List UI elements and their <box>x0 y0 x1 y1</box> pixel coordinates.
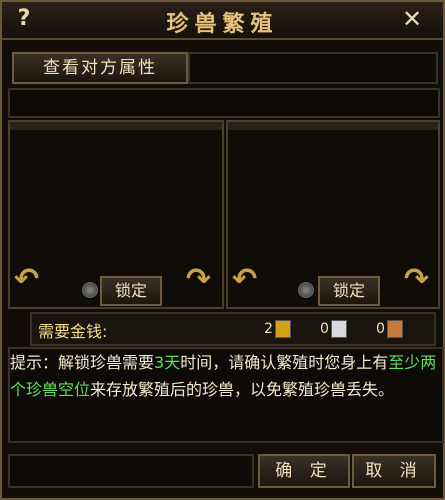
gear-icon <box>298 282 314 298</box>
header-strip <box>188 52 438 84</box>
silver-amount: 0 <box>320 320 347 338</box>
title-bar: ? 珍兽繁殖 ✕ <box>2 2 443 40</box>
copper-amount: 0 <box>376 320 403 338</box>
cancel-button[interactable]: 取 消 <box>352 454 436 488</box>
gold-coin-icon <box>274 320 291 338</box>
tip-text: 提示：解锁珍兽需要3天时间，请确认繁殖时您身上有至少两个珍兽空位来存放繁殖后的珍… <box>8 347 444 443</box>
rotate-right-icon[interactable]: ↷ <box>404 262 429 297</box>
lock-button-right[interactable]: 锁定 <box>318 276 380 306</box>
silver-coin-icon <box>330 320 347 338</box>
lock-button-left[interactable]: 锁定 <box>100 276 162 306</box>
gear-icon <box>82 282 98 298</box>
confirm-button[interactable]: 确 定 <box>258 454 350 488</box>
rotate-right-icon[interactable]: ↷ <box>186 262 211 297</box>
window-title: 珍兽繁殖 <box>166 12 279 37</box>
close-icon[interactable]: ✕ <box>392 5 432 33</box>
view-other-attributes-button[interactable]: 查看对方属性 <box>12 52 188 84</box>
gold-amount: 2 <box>264 320 291 338</box>
pet-breeding-window: ? 珍兽繁殖 ✕ 查看对方属性 ↶ 锁定 ↷ ↶ 锁定 ↷ 需要金钱: 2 0 … <box>0 0 445 500</box>
rotate-left-icon[interactable]: ↶ <box>232 262 257 297</box>
required-money-bar: 需要金钱: 2 0 0 <box>30 312 436 346</box>
left-pet-panel: ↶ 锁定 ↷ <box>8 120 224 309</box>
copper-coin-icon <box>386 320 403 338</box>
bottom-strip <box>8 454 254 488</box>
money-label: 需要金钱: <box>38 322 108 341</box>
rotate-left-icon[interactable]: ↶ <box>14 262 39 297</box>
right-pet-panel: ↶ 锁定 ↷ <box>226 120 440 309</box>
info-strip <box>8 88 440 118</box>
